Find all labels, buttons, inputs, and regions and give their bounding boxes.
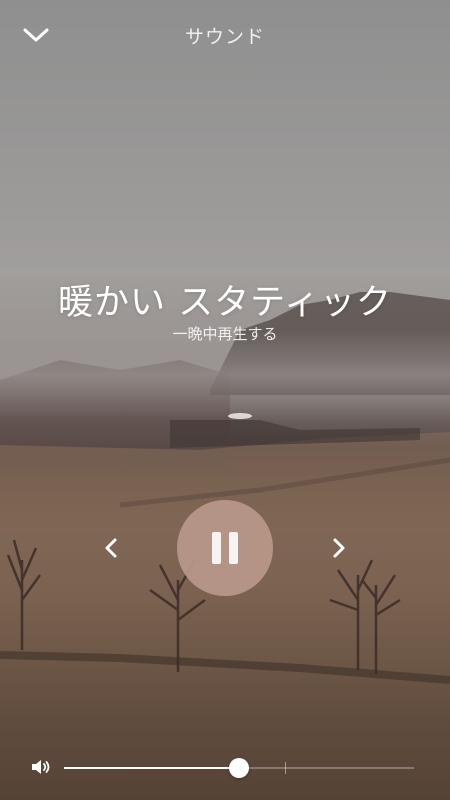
pause-button[interactable] xyxy=(177,500,273,596)
volume-slider-fill xyxy=(64,767,239,769)
pause-icon-bar xyxy=(229,532,238,564)
chevron-right-icon xyxy=(333,538,345,558)
sound-subtitle: 一晩中再生する xyxy=(172,325,278,343)
next-button[interactable] xyxy=(323,532,355,564)
sound-title: 暖かい スタティック xyxy=(57,283,393,323)
previous-button[interactable] xyxy=(95,532,127,564)
speaker-icon xyxy=(32,760,50,774)
chevron-left-icon xyxy=(105,538,117,558)
volume-slider[interactable] xyxy=(64,758,414,778)
pause-icon xyxy=(212,532,221,564)
volume-slider-thumb[interactable] xyxy=(229,758,249,778)
top-bar: サウンド xyxy=(0,0,450,70)
background-landscape-image xyxy=(0,292,450,800)
volume-slider-marker xyxy=(285,762,286,774)
sound-player-screen: サウンド 暖かい スタティック 一晩中再生する xyxy=(0,0,450,800)
page-title: サウンド xyxy=(184,26,265,48)
